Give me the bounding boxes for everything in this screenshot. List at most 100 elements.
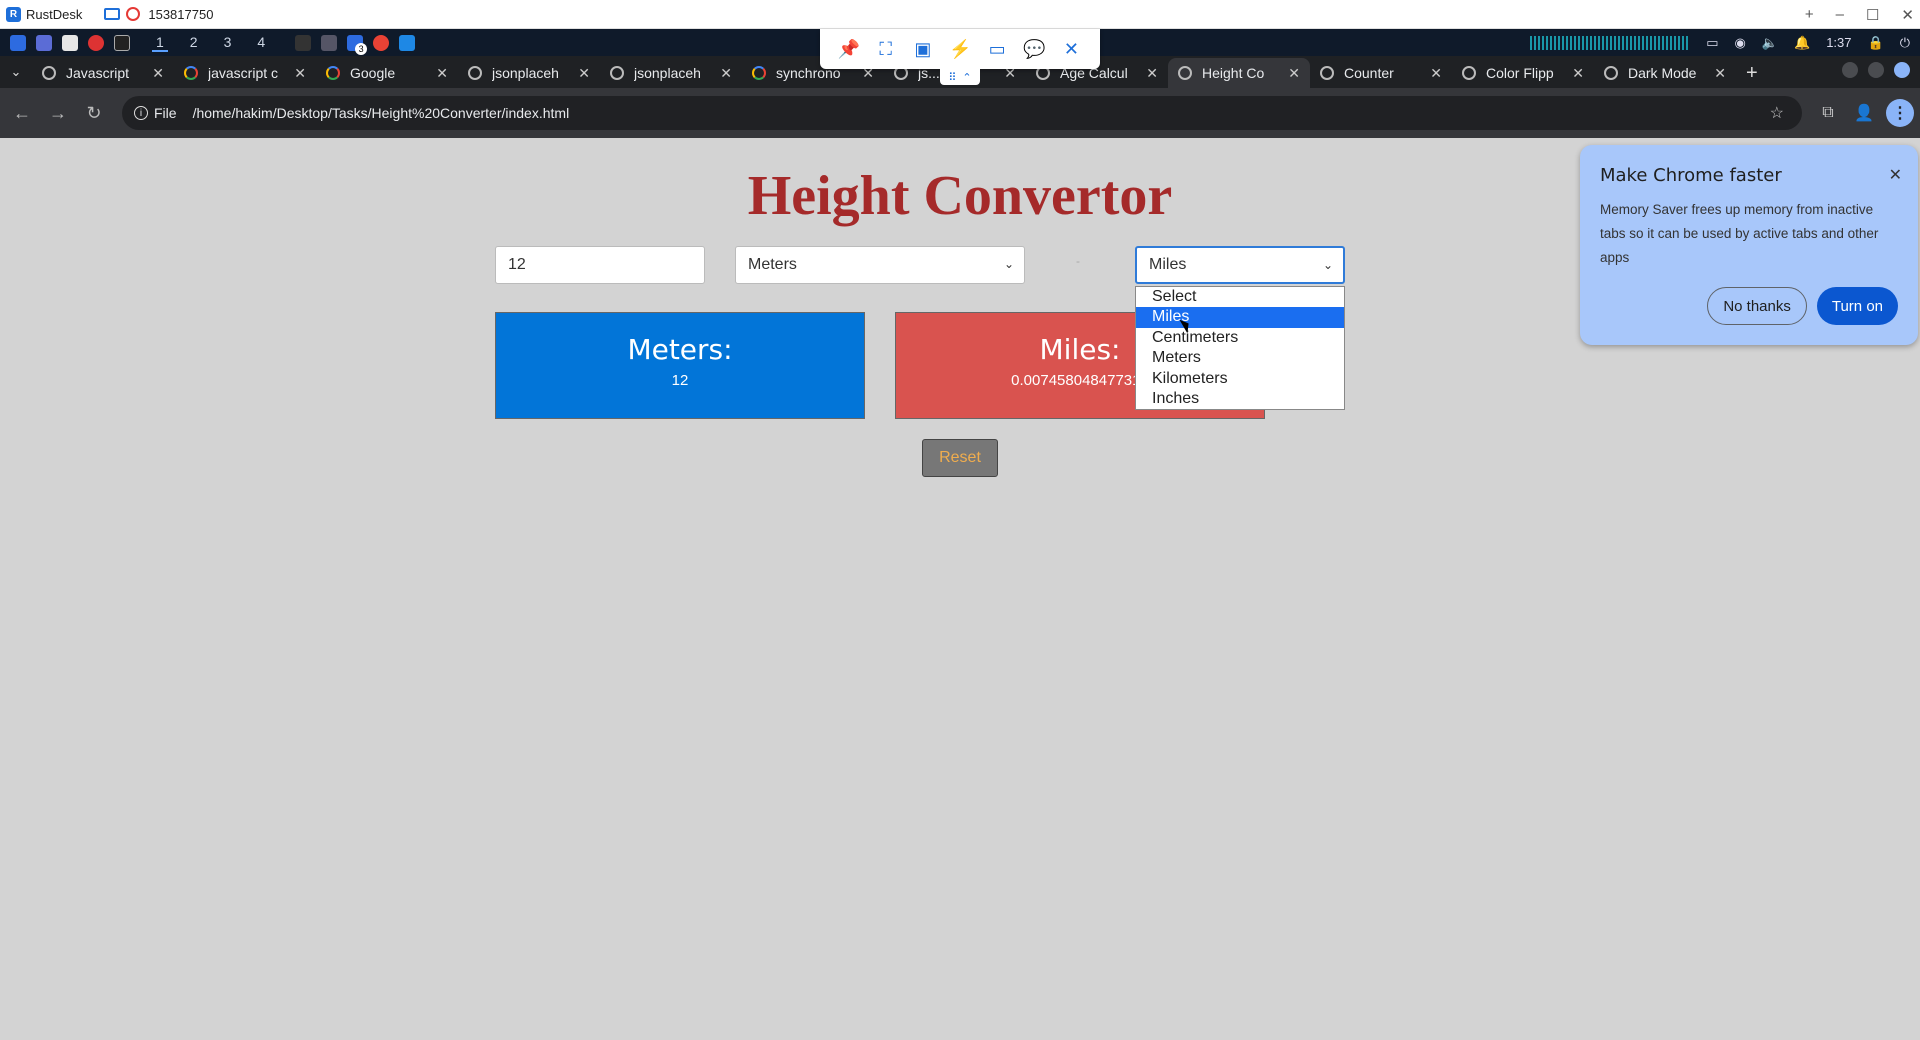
dropdown-option[interactable]: Select bbox=[1136, 287, 1344, 307]
taskbar-window-icon[interactable] bbox=[321, 34, 338, 51]
dropdown-option[interactable]: Meters bbox=[1136, 348, 1344, 368]
google-icon bbox=[184, 66, 198, 80]
clock[interactable]: 1:37 bbox=[1826, 35, 1851, 50]
lightning-icon[interactable]: ⚡ bbox=[949, 39, 971, 60]
new-window-icon[interactable]: + bbox=[1805, 6, 1814, 23]
app-launcher-icon[interactable] bbox=[10, 34, 26, 51]
no-thanks-button[interactable]: No thanks bbox=[1707, 287, 1807, 325]
google-icon bbox=[326, 66, 340, 80]
toolbar-drag-handle[interactable]: ⠿ ⌃ bbox=[940, 69, 980, 85]
collapse-icon[interactable]: ⌃ bbox=[962, 71, 971, 84]
shield-icon bbox=[126, 7, 141, 21]
fullscreen-icon[interactable]: ⛶ bbox=[875, 39, 897, 60]
maximize-icon[interactable]: ☐ bbox=[1866, 6, 1879, 24]
taskbar-app-icon[interactable] bbox=[36, 34, 52, 51]
close-tab-icon[interactable]: ✕ bbox=[436, 65, 448, 82]
info-icon[interactable]: i bbox=[134, 106, 148, 120]
taskbar-terminal-icon[interactable] bbox=[114, 34, 130, 51]
drag-icon[interactable]: ⠿ bbox=[948, 71, 956, 84]
dropdown-option[interactable]: Inches bbox=[1136, 389, 1344, 409]
tab[interactable]: jsonplaceh ✕ bbox=[458, 58, 600, 88]
dropdown-option-selected[interactable]: Miles bbox=[1136, 307, 1344, 328]
power-icon[interactable]: ⏻ bbox=[1900, 35, 1910, 51]
tab-strip-controls bbox=[1842, 62, 1910, 78]
to-unit-value: Miles bbox=[1149, 256, 1187, 273]
taskbar-vscode-icon[interactable] bbox=[399, 34, 416, 51]
workspace-1[interactable]: 1 bbox=[152, 34, 168, 52]
reset-button[interactable]: Reset bbox=[922, 439, 998, 477]
monitor-select-icon[interactable]: ▭ bbox=[986, 39, 1008, 60]
cpu-graph bbox=[1530, 35, 1691, 50]
pin-icon[interactable]: 📌 bbox=[838, 39, 860, 60]
amount-input[interactable]: 12 bbox=[495, 246, 705, 284]
taskbar-firefox-icon[interactable] bbox=[88, 34, 104, 51]
taskbar-window-icon[interactable] bbox=[295, 34, 312, 51]
tab-active[interactable]: Height Co ✕ bbox=[1168, 58, 1310, 88]
chat-icon[interactable]: 💬 bbox=[1023, 39, 1045, 60]
close-browser-icon[interactable] bbox=[1894, 62, 1910, 78]
close-tab-icon[interactable]: ✕ bbox=[152, 65, 164, 82]
lock-icon[interactable]: 🔒 bbox=[1868, 35, 1884, 51]
close-tab-icon[interactable]: ✕ bbox=[1714, 65, 1726, 82]
workspace-4[interactable]: 4 bbox=[253, 34, 269, 52]
globe-icon bbox=[1462, 66, 1476, 80]
forward-icon[interactable]: → bbox=[40, 103, 76, 124]
tab[interactable]: Javascript ✕ bbox=[32, 58, 174, 88]
network-icon[interactable]: ◉ bbox=[1734, 35, 1745, 51]
workspace-2[interactable]: 2 bbox=[186, 34, 202, 52]
new-tab-icon[interactable]: + bbox=[1746, 58, 1758, 88]
close-tab-icon[interactable]: ✕ bbox=[578, 65, 590, 82]
close-tab-icon[interactable]: ✕ bbox=[1572, 65, 1584, 82]
rustdesk-titlebar: R RustDesk 153817750 + – ☐ ✕ bbox=[0, 0, 1920, 29]
back-icon[interactable]: ← bbox=[4, 103, 40, 124]
minimize-browser-icon[interactable] bbox=[1842, 62, 1858, 78]
tab[interactable]: javascript c ✕ bbox=[174, 58, 316, 88]
disconnect-icon[interactable]: ✕ bbox=[1060, 39, 1082, 60]
bookmark-star-icon[interactable]: ☆ bbox=[1770, 103, 1784, 123]
close-tab-icon[interactable]: ✕ bbox=[1146, 65, 1158, 82]
tab[interactable]: Counter ✕ bbox=[1310, 58, 1452, 88]
tab[interactable]: jsonplaceh ✕ bbox=[600, 58, 742, 88]
to-unit-select[interactable]: Miles ⌄ bbox=[1135, 246, 1345, 284]
taskbar-chrome-icon[interactable] bbox=[373, 34, 390, 51]
chrome-menu-icon[interactable]: ⋮ bbox=[1886, 99, 1914, 127]
window-count-badge: 3 bbox=[355, 42, 368, 55]
notification-icon[interactable]: 🔔 bbox=[1794, 35, 1810, 51]
close-tab-icon[interactable]: ✕ bbox=[720, 65, 732, 82]
url-text[interactable]: /home/hakim/Desktop/Tasks/Height%20Conve… bbox=[193, 105, 570, 121]
taskbar-chrome-group-icon[interactable]: 3 bbox=[347, 34, 368, 55]
dropdown-option[interactable]: Kilometers bbox=[1136, 369, 1344, 389]
display-settings-icon[interactable]: ▣ bbox=[912, 39, 934, 60]
tab[interactable]: Google ✕ bbox=[316, 58, 458, 88]
display-icon[interactable]: ▭ bbox=[1706, 35, 1718, 51]
profile-icon[interactable]: 👤 bbox=[1846, 103, 1882, 123]
dropdown-option[interactable]: Centimeters bbox=[1136, 328, 1344, 348]
extensions-icon[interactable]: ⧉ bbox=[1810, 104, 1846, 122]
volume-icon[interactable]: 🔈 bbox=[1762, 35, 1778, 51]
close-tab-icon[interactable]: ✕ bbox=[1430, 65, 1442, 82]
globe-icon bbox=[1604, 66, 1618, 80]
tab[interactable]: Color Flipp ✕ bbox=[1452, 58, 1594, 88]
rustdesk-logo-icon: R bbox=[6, 6, 21, 22]
tab[interactable]: Dark Mode ✕ bbox=[1594, 58, 1736, 88]
workspace-3[interactable]: 3 bbox=[220, 34, 236, 52]
memory-saver-promo: Make Chrome faster ✕ Memory Saver frees … bbox=[1580, 145, 1918, 345]
address-bar[interactable]: i File /home/hakim/Desktop/Tasks/Height%… bbox=[122, 96, 1802, 130]
rustdesk-app-name: RustDesk bbox=[26, 6, 83, 22]
close-tab-icon[interactable]: ✕ bbox=[1288, 65, 1300, 82]
close-window-icon[interactable]: ✕ bbox=[1901, 6, 1914, 24]
minimize-icon[interactable]: – bbox=[1836, 6, 1844, 23]
reload-icon[interactable]: ↻ bbox=[76, 103, 112, 124]
scheme-label: File bbox=[154, 105, 177, 121]
close-tab-icon[interactable]: ✕ bbox=[294, 65, 306, 82]
from-unit-select[interactable]: Meters ⌄ bbox=[735, 246, 1025, 284]
close-icon[interactable]: ✕ bbox=[1889, 165, 1902, 185]
taskbar-files-icon[interactable] bbox=[62, 34, 78, 51]
maximize-browser-icon[interactable] bbox=[1868, 62, 1884, 78]
session-id: 153817750 bbox=[148, 6, 214, 22]
tab-search-icon[interactable]: ⌄ bbox=[0, 56, 32, 88]
workspace-switcher: 1 2 3 4 bbox=[152, 34, 269, 52]
browser-toolbar: ← → ↻ i File /home/hakim/Desktop/Tasks/H… bbox=[0, 88, 1920, 138]
turn-on-button[interactable]: Turn on bbox=[1816, 287, 1898, 325]
monitor-icon[interactable] bbox=[104, 8, 121, 20]
